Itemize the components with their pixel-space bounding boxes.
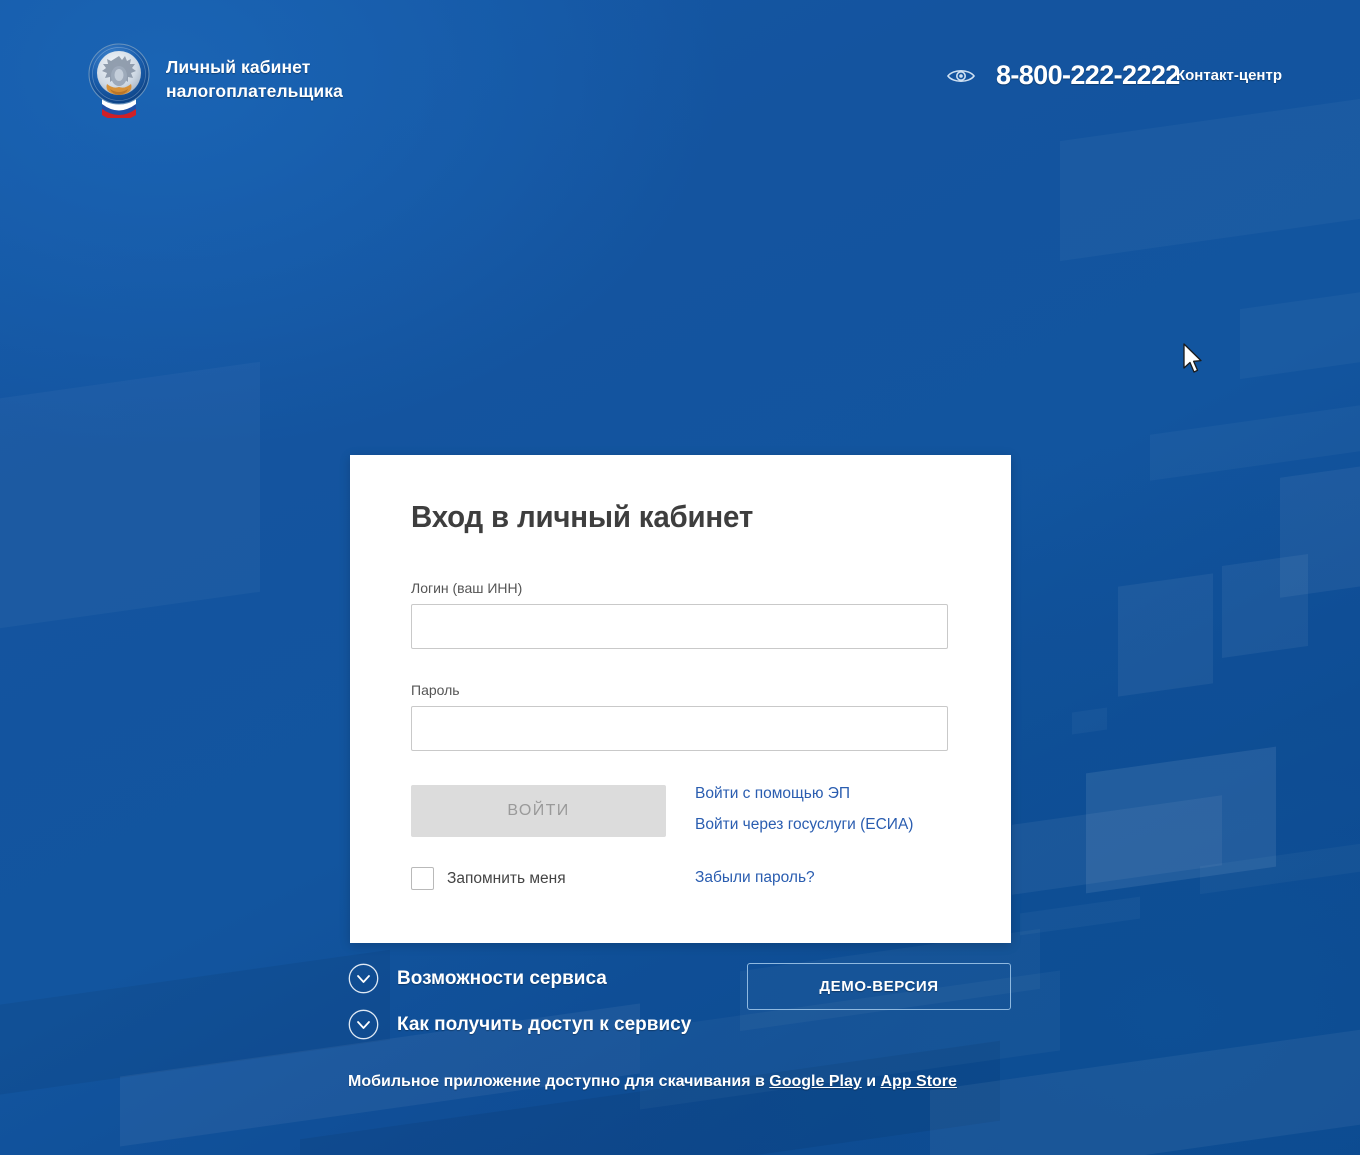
header-right-block: 8-800-222-2222 Контакт-центр <box>946 60 1282 91</box>
mouse-pointer-icon <box>1182 343 1204 375</box>
login-label: Логин (ваш ИНН) <box>411 580 523 596</box>
google-play-link[interactable]: Google Play <box>769 1073 861 1090</box>
demo-version-button[interactable]: ДЕМО-ВЕРСИЯ <box>747 963 1011 1010</box>
accordion-how-to-access[interactable]: Как получить доступ к сервису <box>348 1009 691 1040</box>
login-card: Вход в личный кабинет Логин (ваш ИНН) Па… <box>350 455 1011 943</box>
chevron-down-circle-icon <box>348 1009 379 1040</box>
login-with-gosuslugi-link[interactable]: Войти через госуслуги (ЕСИА) <box>695 816 913 834</box>
password-input[interactable] <box>411 706 948 751</box>
login-with-eds-link[interactable]: Войти с помощью ЭП <box>695 785 913 803</box>
accordion-label: Возможности сервиса <box>397 967 607 989</box>
chevron-down-circle-icon <box>348 963 379 994</box>
brand-block[interactable]: Личный кабинет налогоплательщика <box>88 42 343 121</box>
fns-emblem-icon <box>88 42 150 121</box>
eye-icon[interactable] <box>946 65 976 87</box>
forgot-password-link[interactable]: Забыли пароль? <box>695 869 815 887</box>
contact-center-link[interactable]: Контакт-центр <box>1176 67 1282 84</box>
login-input[interactable] <box>411 604 948 649</box>
contact-phone-wrap: 8-800-222-2222 <box>996 60 1180 91</box>
alternative-login-links: Войти с помощью ЭП Войти через госуслуги… <box>695 785 913 847</box>
mobile-note-middle: и <box>861 1073 881 1090</box>
page-header: Личный кабинет налогоплательщика 8-800-2… <box>0 0 1360 160</box>
mobile-app-note: Мобильное приложение доступно для скачив… <box>348 1073 957 1091</box>
login-page: Личный кабинет налогоплательщика 8-800-2… <box>0 0 1360 1155</box>
submit-button[interactable]: ВОЙТИ <box>411 785 666 837</box>
remember-me-label[interactable]: Запомнить меня <box>447 870 566 888</box>
login-field-group: Логин (ваш ИНН) <box>411 580 948 649</box>
accordion-label: Как получить доступ к сервису <box>397 1013 692 1035</box>
accordion-service-features[interactable]: Возможности сервиса <box>348 963 691 994</box>
accordion-list: Возможности сервиса Как получить доступ … <box>348 963 691 1055</box>
password-field-group: Пароль <box>411 682 948 751</box>
brand-title: Личный кабинет налогоплательщика <box>166 57 343 101</box>
app-store-link[interactable]: App Store <box>880 1073 956 1090</box>
contact-phone[interactable]: 8-800-222-2222 <box>996 60 1180 90</box>
page-title: Вход в личный кабинет <box>411 499 754 534</box>
mobile-note-prefix: Мобильное приложение доступно для скачив… <box>348 1073 770 1090</box>
password-label: Пароль <box>411 682 460 698</box>
remember-me-group[interactable]: Запомнить меня <box>411 867 566 890</box>
remember-me-checkbox[interactable] <box>411 867 434 890</box>
